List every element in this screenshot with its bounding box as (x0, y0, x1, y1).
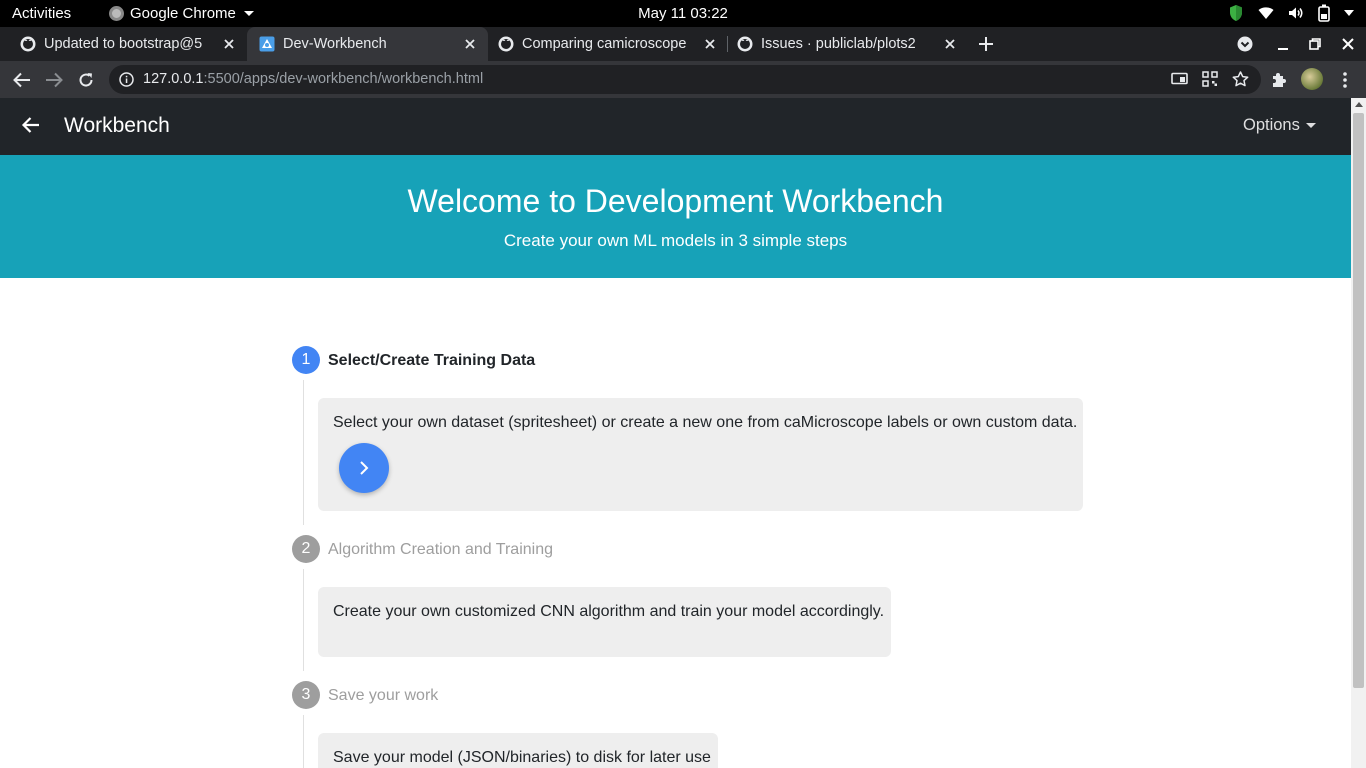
navbar-brand[interactable]: Workbench (64, 114, 170, 138)
chrome-menu-button[interactable] (1335, 70, 1355, 90)
power-menu-caret-icon (1344, 10, 1354, 16)
cast-icon[interactable] (1171, 71, 1188, 87)
tab-search-icon[interactable] (1237, 36, 1253, 52)
github-icon (20, 36, 36, 52)
activities-button[interactable]: Activities (12, 5, 71, 22)
back-button[interactable] (12, 70, 32, 90)
github-icon (498, 36, 514, 52)
step-connector (303, 380, 304, 525)
arrow-right-icon (46, 72, 63, 88)
tab-1[interactable]: Dev-Workbench (247, 27, 488, 61)
hero-banner: Welcome to Development Workbench Create … (0, 155, 1351, 278)
tab-3[interactable]: Issues · publiclab/plots2 (728, 27, 968, 61)
hero-title-emphasis: Development Workbench (584, 183, 944, 219)
system-tray[interactable] (1228, 4, 1354, 22)
hero-title-prefix: Welcome to (407, 183, 585, 219)
app-navbar: Workbench Options (0, 98, 1351, 155)
browser-toolbar: 127.0.0.1:5500/apps/dev-workbench/workbe… (0, 61, 1366, 98)
step-2-content: Create your own customized CNN algorithm… (318, 587, 891, 657)
tab-title: Dev-Workbench (283, 36, 387, 52)
step-connector (303, 715, 304, 768)
step-2-number[interactable]: 2 (292, 535, 320, 563)
page-viewport: Workbench Options Welcome to Development… (0, 98, 1366, 768)
options-label: Options (1243, 116, 1300, 134)
os-top-bar: Activities Google Chrome May 11 03:22 (0, 0, 1366, 27)
clock[interactable]: May 11 03:22 (638, 5, 728, 22)
battery-icon (1318, 4, 1330, 22)
chevron-right-icon (360, 461, 369, 475)
step-3-content: Save your model (JSON/binaries) to disk … (318, 733, 718, 768)
close-tab-icon[interactable] (462, 36, 478, 52)
reload-icon (79, 73, 93, 87)
step-3-description: Save your model (JSON/binaries) to disk … (333, 749, 711, 766)
workbench-favicon-icon (259, 36, 275, 52)
close-window-icon[interactable] (1340, 36, 1356, 52)
tab-0[interactable]: Updated to bootstrap@5 (0, 27, 247, 61)
forward-button[interactable] (44, 70, 64, 90)
tab-2[interactable]: Comparing camicroscope (488, 27, 728, 61)
tab-title: Comparing camicroscope (522, 36, 687, 52)
close-tab-icon[interactable] (942, 36, 958, 52)
page-scrollbar[interactable] (1351, 98, 1366, 768)
site-info-icon[interactable] (119, 72, 134, 87)
step-1-description: Select your own dataset (spritesheet) or… (333, 414, 1078, 431)
minimize-icon[interactable] (1275, 36, 1291, 52)
tab-strip: Updated to bootstrap@5 Dev-Workbench Com… (0, 27, 1366, 61)
caret-down-icon (1305, 123, 1316, 128)
volume-icon (1289, 7, 1303, 19)
bookmark-star-icon[interactable] (1232, 71, 1249, 87)
close-tab-icon[interactable] (221, 36, 237, 52)
hero-subtitle: Create your own ML models in 3 simple st… (503, 231, 848, 250)
back-arrow-icon[interactable] (21, 116, 41, 134)
restore-icon[interactable] (1307, 36, 1323, 52)
tab-title: Issues · publiclab/plots2 (761, 36, 916, 52)
profile-avatar[interactable] (1301, 68, 1323, 90)
github-icon (737, 36, 753, 52)
url-path: :5500/apps/dev-workbench/workbench.html (203, 71, 484, 87)
extensions-button[interactable] (1269, 70, 1289, 90)
url-text: 127.0.0.1:5500/apps/dev-workbench/workbe… (143, 71, 483, 87)
chrome-icon (109, 6, 124, 21)
hero-title: Welcome to Development Workbench (0, 183, 1351, 220)
shield-icon (1230, 5, 1242, 21)
reload-button[interactable] (76, 70, 96, 90)
qr-code-icon[interactable] (1202, 71, 1218, 87)
caret-down-icon (243, 11, 254, 16)
step-connector (303, 569, 304, 671)
tab-title: Updated to bootstrap@5 (44, 36, 203, 52)
url-host: 127.0.0.1 (143, 71, 204, 87)
wifi-icon (1258, 7, 1274, 19)
step-2-title[interactable]: Algorithm Creation and Training (328, 541, 553, 559)
close-tab-icon[interactable] (702, 36, 718, 52)
step-3-number[interactable]: 3 (292, 681, 320, 709)
app-menu[interactable]: Google Chrome (109, 5, 254, 22)
arrow-left-icon (13, 72, 30, 88)
step-2-description: Create your own customized CNN algorithm… (333, 603, 885, 620)
step-1-title[interactable]: Select/Create Training Data (328, 352, 535, 370)
scroll-up-icon[interactable] (1355, 102, 1363, 107)
step-1-content: Select your own dataset (spritesheet) or… (318, 398, 1083, 511)
kebab-menu-icon (1343, 72, 1347, 88)
puzzle-icon (1273, 73, 1286, 87)
address-bar[interactable]: 127.0.0.1:5500/apps/dev-workbench/workbe… (109, 65, 1261, 94)
next-step-button[interactable] (339, 443, 389, 493)
scrollbar-thumb[interactable] (1353, 113, 1364, 688)
step-3-title[interactable]: Save your work (328, 687, 438, 705)
new-tab-icon[interactable] (977, 35, 995, 53)
options-dropdown[interactable]: Options (1243, 116, 1316, 135)
app-menu-label: Google Chrome (130, 5, 236, 22)
step-1-number[interactable]: 1 (292, 346, 320, 374)
